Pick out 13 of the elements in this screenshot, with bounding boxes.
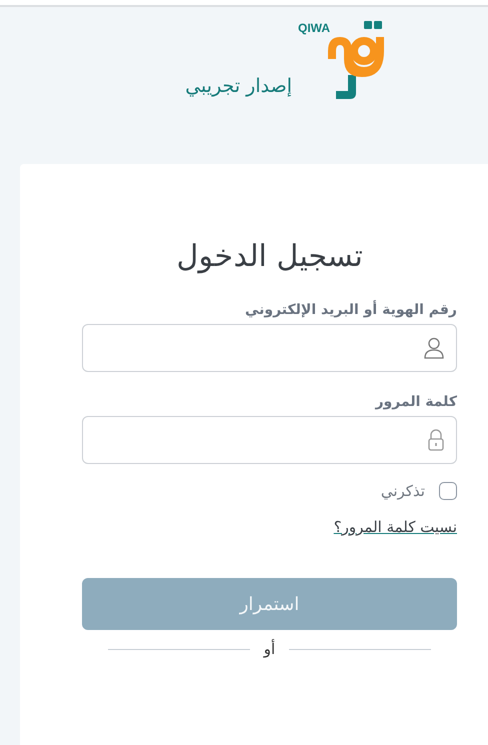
remember-checkbox[interactable] — [439, 482, 457, 500]
logo-wordmark: QIWA — [298, 21, 330, 35]
field-label: كلمة المرور — [374, 394, 457, 410]
remember-label: تذكرني — [380, 482, 425, 500]
login-title: تسجيل الدخول — [176, 238, 364, 276]
user-icon — [424, 337, 444, 359]
logo-caption: إصدار تجريبي — [185, 75, 292, 99]
forgot-password-link[interactable]: نسيت كلمة المرور؟ — [334, 518, 457, 536]
input-field[interactable] — [82, 324, 457, 372]
input-field[interactable] — [82, 416, 457, 464]
lock-icon — [428, 429, 444, 451]
or-divider-text: أو — [264, 640, 276, 658]
field-label: رقم الهوية أو البريد الإلكتروني — [244, 302, 457, 318]
